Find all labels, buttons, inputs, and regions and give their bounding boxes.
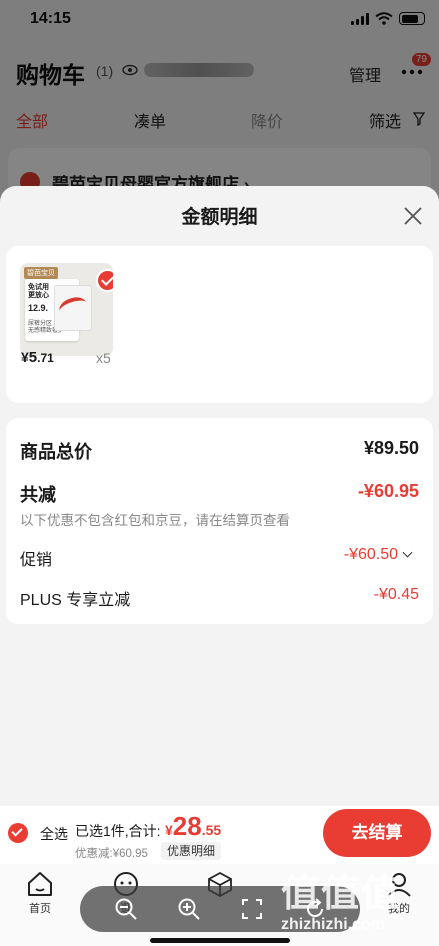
pack-number: 12.9.	[28, 303, 49, 313]
total-value: ¥89.50	[363, 438, 419, 458]
home-indicator	[150, 938, 290, 943]
home-icon	[28, 872, 52, 896]
promo-row[interactable]: -¥60.50	[343, 546, 413, 564]
checkout-bar: 全选 已选1件,合计: ¥28.55 优惠减:¥60.95 优惠明细 去结算	[0, 806, 439, 864]
discount-amount: 优惠减:¥60.95	[75, 848, 148, 860]
watermark: 值值值 zhizhizhi.com	[281, 862, 431, 942]
product-price: ¥5.71	[21, 349, 54, 366]
sheet-title: 金额明细	[181, 207, 258, 228]
tab-home[interactable]: 首页	[10, 870, 70, 916]
reduce-label: 共减	[20, 485, 56, 505]
product-check[interactable]	[96, 269, 113, 292]
selected-count: 已选1件,合计:	[75, 823, 161, 839]
checkout-button[interactable]: 去结算	[323, 809, 431, 857]
chevron-down-icon	[402, 547, 413, 558]
product-quantity: x5	[96, 350, 111, 366]
select-all-checkbox[interactable]	[8, 823, 28, 843]
select-all-label[interactable]: 全选	[40, 824, 68, 844]
zoom-out-icon[interactable]	[113, 896, 139, 922]
pack-title: 免试用 更放心	[28, 284, 49, 299]
watermark-logo: 值值值	[281, 873, 402, 915]
reduce-value: -¥60.95	[357, 481, 419, 501]
close-icon[interactable]	[403, 206, 423, 226]
promo-label: 促销	[20, 552, 53, 569]
product-brand-tag: 碧芭宝贝	[24, 267, 58, 279]
product-card: 碧芭宝贝 免试用 更放心 12.9. 尿裤分区 无感精致奢护 ¥5.71 x5	[6, 246, 433, 403]
price-summary-card: 商品总价 ¥89.50 共减 -¥60.95 以下优惠不包含红包和京豆，请在结算…	[6, 418, 433, 624]
product-box	[54, 285, 92, 331]
plus-label: PLUS 专享立减	[20, 592, 131, 609]
fit-screen-icon[interactable]	[239, 896, 265, 922]
product-image[interactable]: 碧芭宝贝 免试用 更放心 12.9. 尿裤分区 无感精致奢护	[20, 263, 113, 356]
total-label: 商品总价	[20, 442, 92, 462]
watermark-url: zhizhizhi.com	[281, 916, 385, 933]
zoom-in-icon[interactable]	[176, 896, 202, 922]
amount-detail-sheet: 金额明细 碧芭宝贝 免试用 更放心 12.9. 尿裤分区 无感精致奢护 ¥5.7…	[0, 186, 439, 806]
discount-detail-button[interactable]: 优惠明细	[161, 842, 222, 860]
total-price: ¥28.55	[165, 811, 222, 841]
promo-value: -¥60.50	[343, 546, 398, 563]
reduce-note: 以下优惠不包含红包和京豆，请在结算页查看	[20, 513, 290, 528]
plus-value: -¥0.45	[373, 586, 419, 603]
